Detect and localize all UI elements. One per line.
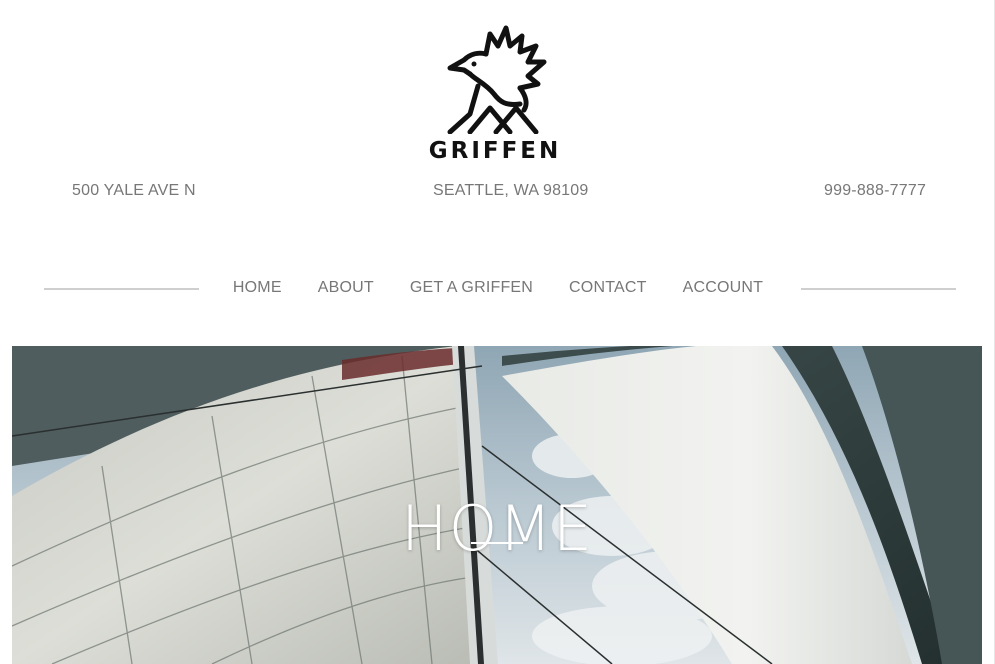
main-nav: HOME ABOUT GET A GRIFFEN CONTACT ACCOUNT (233, 279, 763, 297)
griffin-icon (447, 25, 547, 134)
nav-divider-left (44, 288, 199, 290)
logo-wordmark: GRIFFEN (428, 138, 562, 164)
logo-link[interactable]: GRIFFEN (420, 22, 570, 172)
hero-title: HOME (400, 491, 594, 565)
phone-text: 999-888-7777 (824, 182, 927, 199)
nav-item-home[interactable]: HOME (233, 279, 282, 297)
address-text: 500 YALE AVE N (72, 182, 196, 199)
page: GRIFFEN 500 YALE AVE N SEATTLE, WA 98109… (0, 0, 995, 664)
hero-title-underline (471, 542, 523, 544)
hero-banner: HOME (12, 346, 982, 664)
nav-item-get-a-griffen[interactable]: GET A GRIFFEN (410, 279, 533, 297)
nav-divider-right (801, 288, 956, 290)
nav-item-account[interactable]: ACCOUNT (683, 279, 764, 297)
nav-item-about[interactable]: ABOUT (318, 279, 374, 297)
nav-item-contact[interactable]: CONTACT (569, 279, 647, 297)
city-text: SEATTLE, WA 98109 (433, 182, 589, 199)
